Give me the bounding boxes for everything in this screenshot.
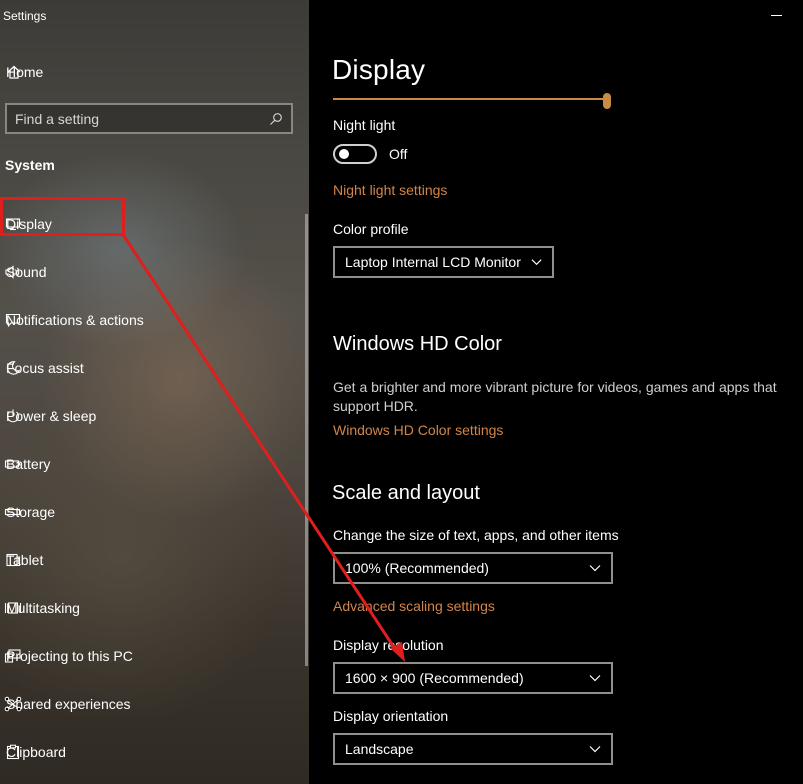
night-light-settings-link[interactable]: Night light settings (333, 182, 447, 198)
brightness-slider-thumb[interactable] (603, 93, 611, 109)
sidebar-item-label: Projecting to this PC (6, 648, 133, 664)
scale-dropdown[interactable]: 100% (Recommended) (333, 552, 613, 584)
sidebar-item-label: Storage (6, 504, 56, 520)
scale-label: Change the size of text, apps, and other… (333, 527, 619, 543)
chevron-down-icon (589, 675, 601, 682)
sidebar-item-label: Battery (6, 456, 51, 472)
hd-color-settings-link[interactable]: Windows HD Color settings (333, 422, 503, 438)
sidebar-item-multitasking[interactable]: Multitasking (0, 584, 305, 632)
sidebar-item-tablet[interactable]: Tablet (0, 536, 305, 584)
resolution-label: Display resolution (333, 637, 444, 653)
search-input[interactable] (15, 110, 269, 127)
sidebar-item-label: Multitasking (6, 600, 80, 616)
nav-list: Display Sound Notifications & actions Fo… (0, 200, 305, 776)
orientation-value: Landscape (345, 741, 414, 757)
sidebar-item-storage[interactable]: Storage (0, 488, 305, 536)
app-title: Settings (3, 9, 47, 23)
sidebar-item-projecting[interactable]: Projecting to this PC (0, 632, 305, 680)
orientation-label: Display orientation (333, 708, 449, 724)
minimize-button[interactable] (764, 4, 788, 26)
sidebar-item-focus-assist[interactable]: Focus assist (0, 344, 305, 392)
toggle-knob (339, 149, 349, 159)
sidebar-scrollbar[interactable] (305, 214, 308, 666)
scale-layout-heading: Scale and layout (332, 482, 480, 504)
sidebar-item-clipboard[interactable]: Clipboard (0, 728, 305, 776)
page-title: Display (332, 54, 426, 85)
sidebar-item-label: Notifications & actions (6, 312, 144, 328)
sidebar-item-label: Shared experiences (6, 696, 131, 712)
resolution-dropdown[interactable]: 1600 × 900 (Recommended) (333, 662, 613, 694)
brightness-slider-track[interactable] (333, 98, 609, 100)
home-button[interactable]: Home (0, 56, 300, 88)
scale-value: 100% (Recommended) (345, 560, 489, 576)
search-icon[interactable] (269, 112, 283, 126)
hd-color-description-line2: support HDR. (333, 398, 418, 414)
main-panel: Display Night light Off Night light sett… (309, 0, 803, 784)
advanced-scaling-link[interactable]: Advanced scaling settings (333, 598, 495, 614)
color-profile-dropdown[interactable]: Laptop Internal LCD Monitor (333, 246, 554, 278)
search-box[interactable] (5, 103, 293, 134)
sidebar-item-power-sleep[interactable]: Power & sleep (0, 392, 305, 440)
sidebar-item-label: Sound (6, 264, 47, 280)
chevron-down-icon (589, 565, 601, 572)
sidebar-item-sound[interactable]: Sound (0, 248, 305, 296)
sidebar: Settings Home System Display Sound (0, 0, 309, 784)
sidebar-item-label: Clipboard (6, 744, 66, 760)
sidebar-item-shared-experiences[interactable]: Shared experiences (0, 680, 305, 728)
annotation-highlight-box (0, 197, 125, 236)
color-profile-label: Color profile (333, 221, 409, 237)
home-label: Home (6, 64, 44, 80)
night-light-label: Night light (333, 117, 396, 133)
color-profile-value: Laptop Internal LCD Monitor (345, 254, 521, 270)
sidebar-item-label: Focus assist (6, 360, 84, 376)
orientation-dropdown[interactable]: Landscape (333, 733, 613, 765)
hd-color-heading: Windows HD Color (333, 333, 502, 355)
chevron-down-icon (589, 746, 601, 753)
sidebar-item-label: Tablet (6, 552, 44, 568)
resolution-value: 1600 × 900 (Recommended) (345, 670, 524, 686)
night-light-state: Off (389, 146, 408, 162)
sidebar-item-notifications[interactable]: Notifications & actions (0, 296, 305, 344)
chevron-down-icon (531, 259, 542, 266)
sidebar-item-label: Power & sleep (6, 408, 97, 424)
section-label-system: System (5, 157, 55, 173)
night-light-toggle[interactable] (333, 144, 377, 164)
sidebar-item-battery[interactable]: Battery (0, 440, 305, 488)
hd-color-description-line1: Get a brighter and more vibrant picture … (333, 379, 777, 395)
